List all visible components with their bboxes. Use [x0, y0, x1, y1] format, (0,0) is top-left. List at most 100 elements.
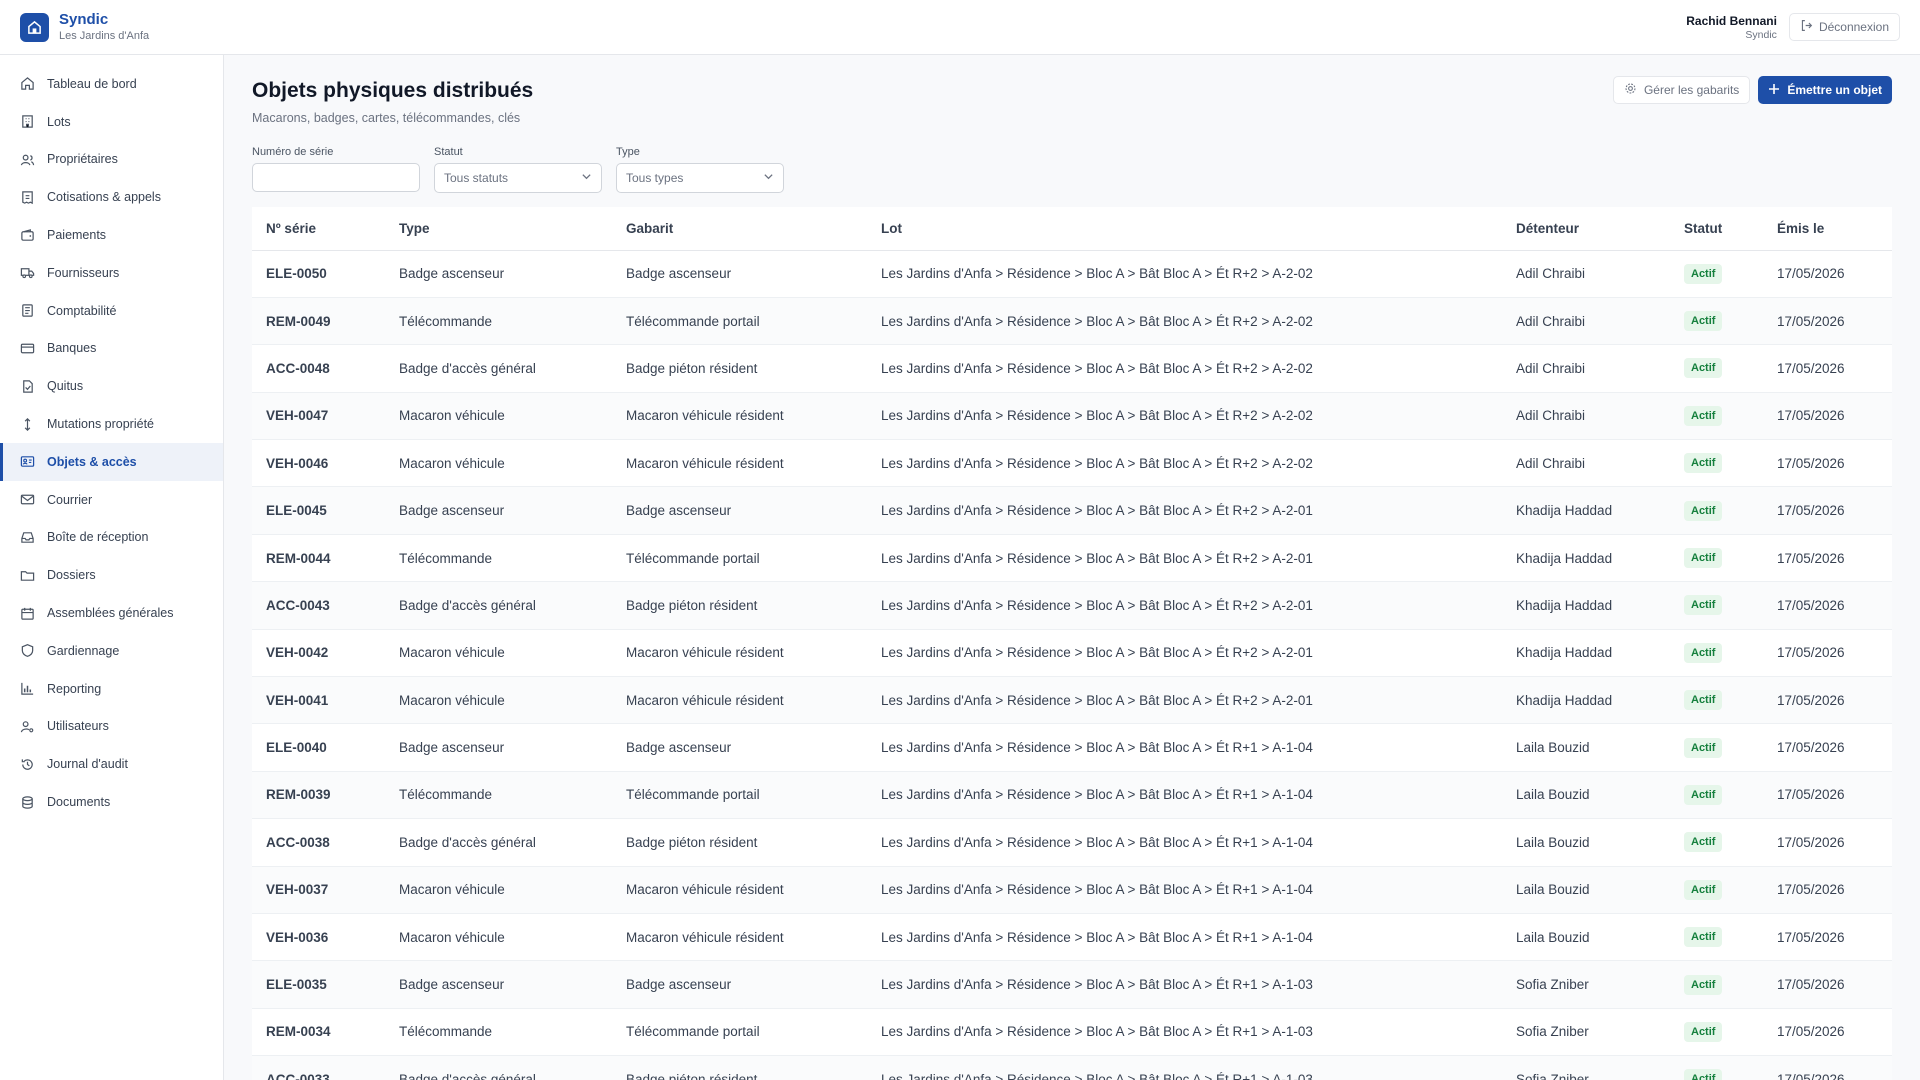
table-row[interactable]: VEH-0046 Macaron véhicule Macaron véhicule… [252, 439, 1892, 488]
lot-cell: Les Jardins d'Anfa > Résidence > Bloc A … [867, 676, 1502, 725]
sidebar-item-label: Tableau de bord [47, 76, 137, 91]
status-badge: Actif [1684, 737, 1723, 758]
column-header[interactable]: Émis le [1763, 207, 1892, 251]
table-row[interactable]: REM-0034 Télécommande Télécommande portail… [252, 1008, 1892, 1057]
column-header[interactable]: Nº série [252, 207, 385, 251]
history-icon [20, 757, 35, 772]
lot-cell: Les Jardins d'Anfa > Résidence > Bloc A … [867, 818, 1502, 867]
table-row[interactable]: ACC-0043 Badge d'accès général Badge piéto… [252, 581, 1892, 630]
status-badge: Actif [1684, 405, 1723, 426]
status-badge: Actif [1684, 642, 1723, 663]
type-cell: Télécommande [385, 297, 612, 346]
status-badge: Actif [1684, 690, 1723, 711]
status-badge: Actif [1684, 311, 1723, 332]
lot-cell: Les Jardins d'Anfa > Résidence > Bloc A … [867, 913, 1502, 962]
table-row[interactable]: ELE-0045 Badge ascenseur Badge ascenseur Le… [252, 486, 1892, 535]
sidebar-item-dossiers[interactable]: Dossiers [0, 556, 223, 594]
table-row[interactable]: REM-0049 Télécommande Télécommande portail… [252, 297, 1892, 346]
column-header[interactable]: Lot [867, 207, 1502, 251]
logout-icon [1800, 19, 1813, 35]
chevron-down-icon [581, 171, 592, 185]
column-header[interactable]: Gabarit [612, 207, 867, 251]
table-row[interactable]: REM-0039 Télécommande Télécommande portail… [252, 771, 1892, 820]
sidebar-item-objets-acces[interactable]: Objets & accès [0, 442, 223, 481]
sidebar-item-utilisateurs[interactable]: Utilisateurs [0, 708, 223, 746]
sidebar-item-comptabilite[interactable]: Comptabilité [0, 292, 223, 330]
table-row[interactable]: VEH-0036 Macaron véhicule Macaron véhicule… [252, 913, 1892, 962]
type-cell: Macaron véhicule [385, 439, 612, 488]
status-filter-select[interactable]: Tous statuts [434, 163, 602, 193]
holder-cell: Laila Bouzid [1502, 913, 1670, 962]
truck-icon [20, 265, 35, 280]
sidebar-item-banques[interactable]: Banques [0, 330, 223, 368]
holder-cell: Adil Chraibi [1502, 392, 1670, 441]
type-filter-select[interactable]: Tous types [616, 163, 784, 193]
objects-table: Nº série Type Gabarit Lot Détenteur Statut Émi… [252, 207, 1892, 1080]
sidebar-item-assemblees-generales[interactable]: Assemblées générales [0, 594, 223, 632]
serial-cell: ACC-0048 [252, 344, 385, 393]
emit-object-label: Émettre un objet [1787, 83, 1882, 97]
serial-cell: VEH-0037 [252, 866, 385, 914]
table-row[interactable]: VEH-0037 Macaron véhicule Macaron véhicule… [252, 866, 1892, 914]
serial-cell: REM-0039 [252, 771, 385, 820]
brand[interactable]: Syndic Les Jardins d'Anfa [20, 11, 149, 43]
sidebar-item-label: Mutations propriété [47, 417, 155, 432]
sidebar-item-paiements[interactable]: Paiements [0, 216, 223, 254]
table-row[interactable]: VEH-0042 Macaron véhicule Macaron véhicule… [252, 629, 1892, 678]
sidebar-item-cotisations-appels[interactable]: Cotisations & appels [0, 178, 223, 216]
sidebar-item-label: Boîte de réception [47, 530, 149, 545]
issued-date-cell: 17/05/2026 [1763, 250, 1892, 298]
sidebar-item-lots[interactable]: Lots [0, 103, 223, 141]
table-row[interactable]: ELE-0050 Badge ascenseur Badge ascenseur Le… [252, 250, 1892, 298]
sidebar-item-courrier[interactable]: Courrier [0, 481, 223, 519]
sidebar-item-documents[interactable]: Documents [0, 783, 223, 821]
type-cell: Badge d'accès général [385, 818, 612, 867]
status-cell: Actif [1670, 439, 1763, 488]
template-cell: Badge piéton résident [612, 818, 867, 867]
table-row[interactable]: VEH-0047 Macaron véhicule Macaron véhicule… [252, 392, 1892, 441]
table-row[interactable]: ACC-0038 Badge d'accès général Badge piéto… [252, 818, 1892, 867]
sidebar-item-tableau-de-bord[interactable]: Tableau de bord [0, 65, 223, 103]
sidebar-item-boite-de-reception[interactable]: Boîte de réception [0, 519, 223, 557]
sidebar-item-quitus[interactable]: Quitus [0, 367, 223, 405]
sidebar-item-fournisseurs[interactable]: Fournisseurs [0, 254, 223, 292]
table-row[interactable]: VEH-0041 Macaron véhicule Macaron véhicule… [252, 676, 1892, 725]
page-title: Objets physiques distribués [252, 79, 534, 102]
holder-cell: Adil Chraibi [1502, 250, 1670, 298]
template-cell: Macaron véhicule résident [612, 913, 867, 962]
sidebar-item-label: Fournisseurs [47, 265, 120, 280]
user-cog-icon [20, 719, 35, 734]
table-row[interactable]: ELE-0035 Badge ascenseur Badge ascenseur Le… [252, 960, 1892, 1009]
type-cell: Badge ascenseur [385, 723, 612, 772]
sidebar-item-journal-d-audit[interactable]: Journal d'audit [0, 745, 223, 783]
type-cell: Badge d'accès général [385, 344, 612, 393]
template-cell: Badge piéton résident [612, 1055, 867, 1080]
column-header[interactable]: Type [385, 207, 612, 251]
arrows-vertical-icon [20, 417, 35, 432]
sidebar-item-mutations-propriete[interactable]: Mutations propriété [0, 405, 223, 443]
sidebar-item-label: Lots [47, 114, 71, 129]
template-cell: Macaron véhicule résident [612, 629, 867, 678]
holder-cell: Khadija Haddad [1502, 486, 1670, 535]
logout-button[interactable]: Déconnexion [1788, 13, 1900, 41]
column-header[interactable]: Statut [1670, 207, 1763, 251]
table-row[interactable]: REM-0044 Télécommande Télécommande portail… [252, 534, 1892, 583]
emit-object-button[interactable]: Émettre un objet [1758, 76, 1892, 104]
sidebar-item-proprietaires[interactable]: Propriétaires [0, 141, 223, 179]
column-header[interactable]: Détenteur [1502, 207, 1670, 251]
receipt-icon [20, 190, 35, 205]
inbox-icon [20, 530, 35, 545]
table-row[interactable]: ELE-0040 Badge ascenseur Badge ascenseur Le… [252, 723, 1892, 772]
page-subtitle: Macarons, badges, cartes, télécommandes,… [252, 111, 521, 125]
sidebar-item-reporting[interactable]: Reporting [0, 670, 223, 708]
serial-filter-input[interactable] [252, 163, 420, 192]
sidebar-item-gardiennage[interactable]: Gardiennage [0, 632, 223, 670]
table-row[interactable]: ACC-0033 Badge d'accès général Badge piéto… [252, 1055, 1892, 1080]
serial-cell: ELE-0050 [252, 250, 385, 298]
manage-templates-button[interactable]: Gérer les gabarits [1612, 76, 1751, 104]
table-row[interactable]: ACC-0048 Badge d'accès général Badge piéto… [252, 344, 1892, 393]
status-cell: Actif [1670, 486, 1763, 535]
table-header-row: Nº série Type Gabarit Lot Détenteur Statut Émi… [252, 207, 1892, 251]
lot-cell: Les Jardins d'Anfa > Résidence > Bloc A … [867, 629, 1502, 678]
status-filter-value: Tous statuts [444, 171, 509, 185]
